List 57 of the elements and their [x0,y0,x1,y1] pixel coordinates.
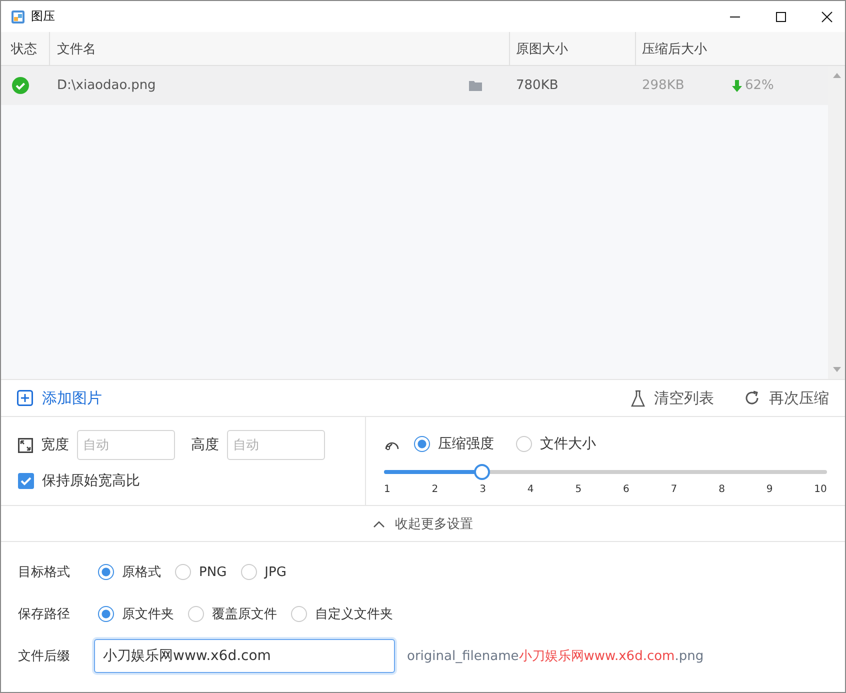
column-header: 状态 [1,32,50,65]
window-title: 图压 [31,8,55,25]
file-row[interactable]: D:\xiaodao.png 780KB 298KB 62% [1,66,828,105]
width-label: 宽度 [41,436,69,454]
keep-ratio-checkbox[interactable]: 保持原始宽高比 [18,472,365,490]
option-radio[interactable]: 覆盖原文件 [188,605,277,623]
tick-label: 2 [432,484,438,495]
tick-label: 5 [575,484,582,495]
scroll-up-icon[interactable] [832,72,840,78]
tick-label: 3 [480,484,486,495]
clear-list-button[interactable]: 清空列表 [631,388,714,408]
maximize-icon[interactable] [775,10,787,22]
tick-label: 1 [384,484,390,495]
compression-slider[interactable] [384,465,827,479]
setting-label: 保存路径 [18,606,71,623]
flask-icon [631,390,645,406]
tick-label: 4 [527,484,534,495]
compression-mode-radio[interactable]: 文件大小 [516,435,596,453]
folder-icon[interactable] [469,80,482,91]
column-header: 压缩后大小 [641,40,708,58]
filename-preview: original_filename小刀娱乐网www.x6d.com.png [407,648,704,665]
scrollbar[interactable] [828,66,845,379]
tick-label: 8 [718,484,725,495]
setting-label: 文件后缀 [18,648,71,665]
option-radio[interactable]: PNG [175,564,227,580]
option-radio[interactable]: 原格式 [98,563,161,581]
tick-label: 7 [670,484,678,495]
close-icon[interactable] [821,10,833,22]
reduction-percent: 62% [745,78,774,93]
slider-thumb[interactable] [474,464,490,480]
resize-icon [18,438,33,452]
tick-label: 10 [814,484,827,495]
option-radio[interactable]: 自定义文件夹 [291,605,393,623]
app-icon [11,10,25,24]
column-header: 文件名 [50,32,510,65]
tick-label: 6 [622,484,630,495]
plus-icon [17,390,33,406]
setting-label: 目标格式 [18,564,71,581]
height-label: 高度 [191,436,219,454]
chevron-up-icon [373,520,385,528]
scroll-down-icon[interactable] [832,367,840,373]
width-field[interactable]: 自动 [77,430,175,460]
add-image-button[interactable]: 添加图片 [17,388,102,408]
option-radio[interactable]: JPG [240,564,286,580]
tick-label: 9 [766,484,773,495]
down-arrow-icon [732,80,742,92]
option-radio[interactable]: 原文件夹 [98,605,174,623]
recompress-button[interactable]: 再次压缩 [744,388,829,408]
original-size: 780KB [516,78,558,93]
column-header: 原图大小 [510,32,636,65]
compression-mode-radio[interactable]: 压缩强度 [414,435,494,453]
height-field[interactable]: 自动 [227,430,325,460]
compressed-size: 298KB [642,78,686,93]
refresh-icon [744,390,760,406]
suffix-field[interactable]: 小刀娱乐网www.x6d.com [94,639,395,673]
file-name: D:\xiaodao.png [57,78,156,93]
collapse-settings-button[interactable]: 收起更多设置 [367,514,479,534]
